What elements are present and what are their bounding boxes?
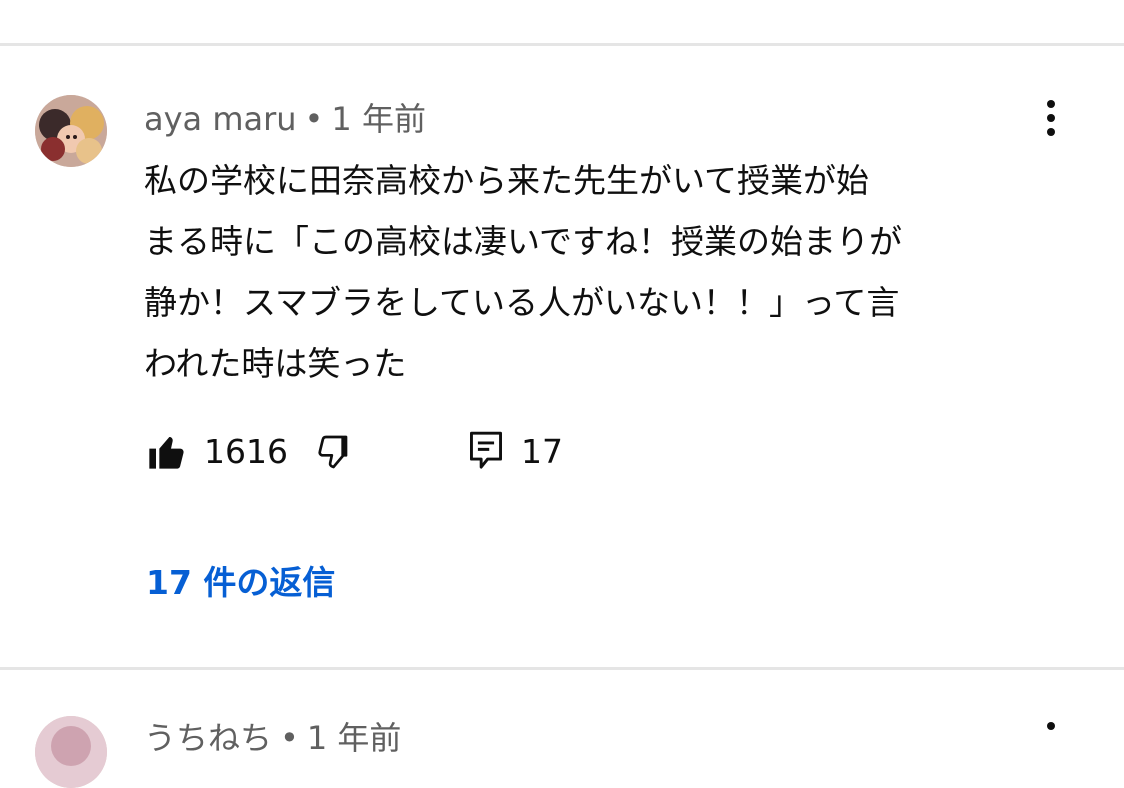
comment-reply-icon bbox=[470, 431, 502, 469]
reply-count: 17 bbox=[521, 432, 563, 471]
divider-bottom bbox=[0, 667, 1124, 670]
dislike-button[interactable] bbox=[316, 432, 356, 472]
meta-separator: • bbox=[280, 719, 299, 757]
like-count: 1616 bbox=[204, 432, 288, 471]
next-comment-author[interactable]: うちねち bbox=[144, 719, 272, 757]
comment-line: われた時は笑った bbox=[144, 344, 407, 383]
reply-button[interactable] bbox=[468, 430, 504, 472]
more-vert-icon bbox=[1047, 722, 1055, 730]
comment-line: 静か！スマブラをしている人がいない！！」って言 bbox=[144, 283, 900, 322]
meta-separator: • bbox=[304, 100, 324, 138]
next-comment-time: 1 年前 bbox=[306, 719, 402, 757]
more-options-button[interactable] bbox=[1034, 98, 1070, 138]
avatar-image bbox=[35, 716, 107, 788]
comment-line: 私の学校に田奈高校から来た先生がいて授業が始 bbox=[144, 161, 870, 200]
comment-time: 1 年前 bbox=[331, 100, 426, 138]
thumb-down-outline-icon bbox=[318, 435, 348, 469]
more-vert-icon bbox=[1047, 100, 1055, 108]
more-options-button-next[interactable] bbox=[1034, 720, 1070, 760]
view-replies-link[interactable]: 17 件の返信 bbox=[146, 556, 335, 604]
divider-top bbox=[0, 43, 1124, 46]
next-comment-meta: うちねち • 1 年前 bbox=[144, 713, 401, 759]
thumb-up-filled-icon bbox=[149, 437, 184, 469]
avatar[interactable] bbox=[35, 95, 107, 167]
comment-text: 私の学校に田奈高校から来た先生がいて授業が始 まる時に「この高校は凄いですね！授… bbox=[144, 150, 1044, 394]
avatar-image bbox=[35, 95, 107, 167]
comment-author[interactable]: aya maru bbox=[144, 100, 297, 138]
like-button[interactable] bbox=[146, 432, 186, 472]
comment-meta: aya maru • 1 年前 bbox=[144, 94, 426, 140]
avatar-next[interactable] bbox=[35, 716, 107, 788]
comment-line: まる時に「この高校は凄いですね！授業の始まりが bbox=[144, 222, 903, 261]
